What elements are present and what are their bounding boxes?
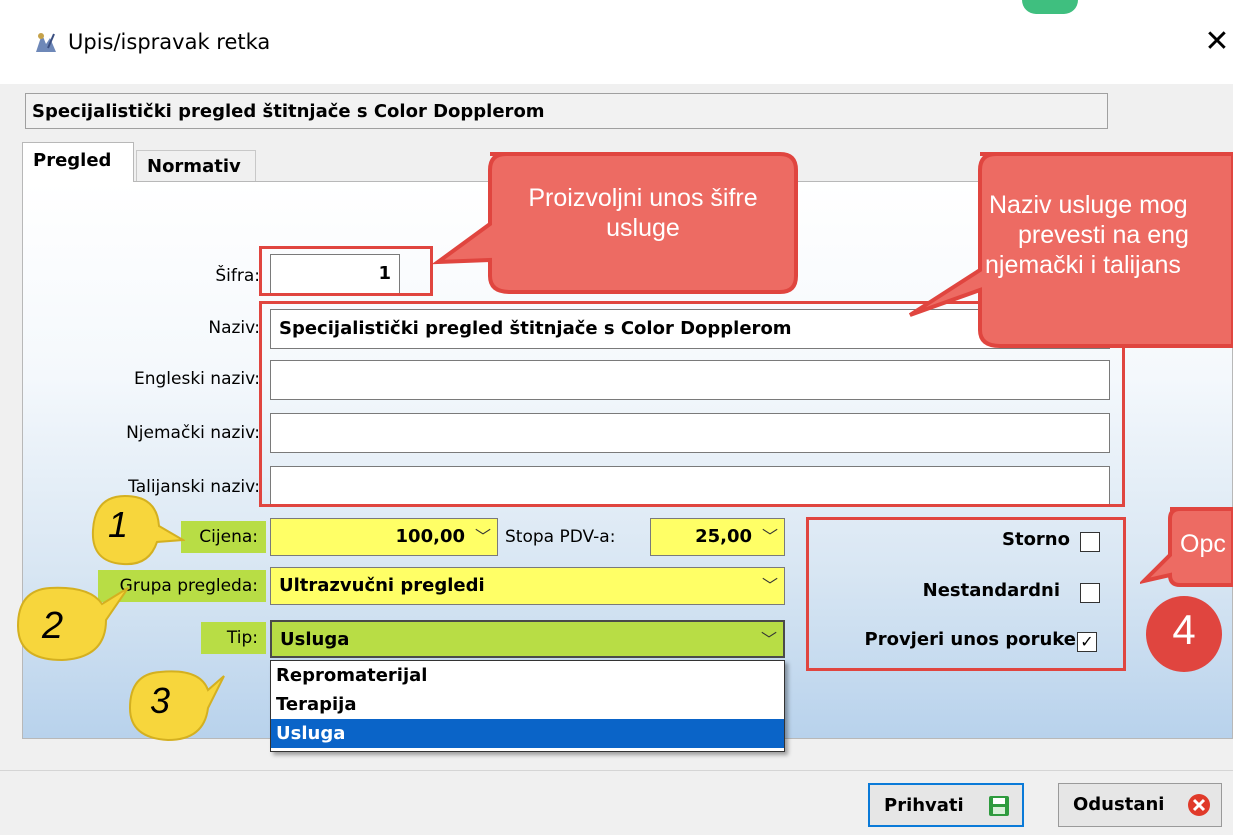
engleski-label: Engleski naziv:	[133, 369, 260, 389]
sifra-label: Šifra:	[215, 266, 260, 286]
cancel-button[interactable]: Odustani	[1058, 783, 1222, 827]
window-title: Upis/ispravak retka	[68, 30, 271, 54]
tab-pregled[interactable]: Pregled	[22, 142, 134, 182]
naziv-label: Naziv:	[208, 318, 260, 338]
options-highlight-box	[806, 517, 1126, 671]
grupa-combo[interactable]: Ultrazvučni pregledi ﹀	[270, 567, 785, 605]
accept-button-label: Prihvati	[884, 795, 964, 816]
button-bar	[0, 770, 1233, 835]
dropdown-option-repromaterijal[interactable]: Repromaterijal	[271, 661, 784, 690]
chevron-down-icon[interactable]: ﹀	[762, 519, 778, 555]
opc-callout-text: Opc	[1180, 530, 1226, 558]
marker-2-shape	[16, 586, 129, 662]
marker-3-number: 3	[150, 680, 171, 721]
close-icon[interactable]: ✕	[1200, 22, 1233, 62]
marker-1-shape	[91, 494, 185, 566]
stopa-pdv-value: 25,00	[695, 526, 752, 547]
accept-button[interactable]: Prihvati	[868, 783, 1024, 827]
naziv-callout-line2: prevesti na eng	[1018, 221, 1189, 249]
njemacki-label: Njemački naziv:	[126, 423, 260, 443]
naziv-callout-line3: njemački i talijans	[985, 251, 1181, 279]
marker-2-number: 2	[42, 605, 64, 647]
background-decoration	[1022, 0, 1078, 14]
dropdown-option-terapija[interactable]: Terapija	[271, 690, 784, 719]
dropdown-option-usluga[interactable]: Usluga	[271, 719, 784, 748]
marker-3-shape	[128, 670, 225, 742]
app-icon	[33, 29, 59, 55]
tab-normativ[interactable]: Normativ	[136, 150, 256, 182]
tip-combo[interactable]: Usluga ﹀	[270, 620, 785, 658]
marker-1-number: 1	[108, 504, 129, 545]
save-icon	[989, 796, 1009, 816]
item-name-display: Specijalistički pregled štitnjače s Colo…	[25, 93, 1108, 129]
tip-dropdown-list: Repromaterijal Terapija Usluga	[270, 660, 785, 752]
chevron-down-icon[interactable]: ﹀	[762, 568, 778, 604]
marker-4-number: 4	[1172, 606, 1196, 653]
cijena-value: 100,00	[395, 526, 465, 547]
grupa-value: Ultrazvučni pregledi	[279, 575, 485, 596]
naziv-callout-text: Naziv usluge mog prevesti na eng njemačk…	[985, 190, 1233, 280]
stopa-pdv-label: Stopa PDV-a:	[505, 527, 616, 547]
stopa-pdv-combo[interactable]: 25,00 ﹀	[650, 518, 785, 556]
naziv-callout-line1: Naziv usluge mog	[989, 191, 1188, 219]
sifra-callout-text: Proizvoljni unos šifre usluge	[528, 184, 758, 242]
cijena-combo[interactable]: 100,00 ﹀	[270, 518, 498, 556]
tip-value: Usluga	[280, 629, 350, 650]
cancel-button-label: Odustani	[1073, 794, 1165, 815]
chevron-down-icon[interactable]: ﹀	[475, 519, 491, 555]
chevron-down-icon[interactable]: ﹀	[761, 622, 777, 658]
cijena-label: Cijena:	[181, 521, 266, 553]
tip-label: Tip:	[201, 622, 266, 654]
cancel-icon	[1188, 794, 1210, 816]
sifra-highlight-box	[259, 246, 433, 296]
